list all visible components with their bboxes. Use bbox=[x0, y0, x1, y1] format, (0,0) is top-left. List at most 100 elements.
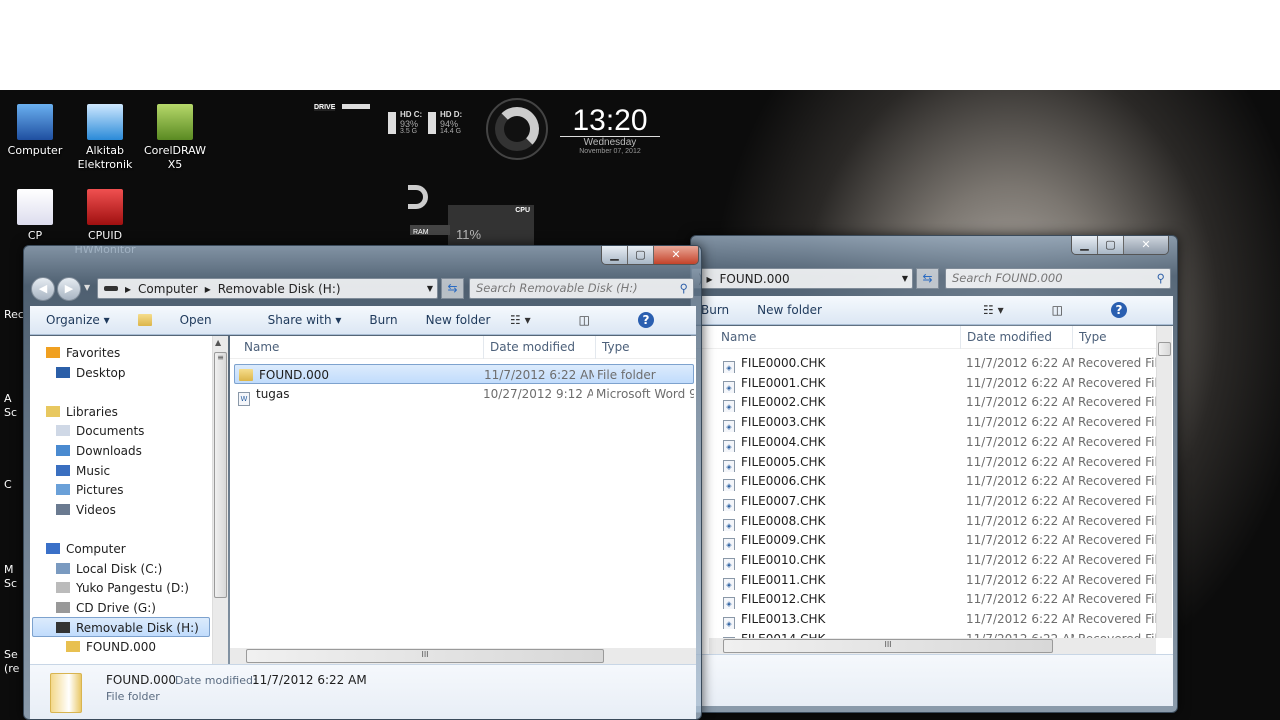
minimize-button[interactable]: ▁ bbox=[1072, 236, 1098, 254]
desktop-icon-label-partial[interactable]: Rec bbox=[4, 308, 24, 321]
breadcrumb-removable-disk[interactable]: Removable Disk (H:) bbox=[218, 282, 341, 296]
nav-item-music[interactable]: Music bbox=[56, 461, 110, 481]
horizontal-scrollbar[interactable]: III bbox=[709, 638, 1156, 654]
desktop-icon-label-partial[interactable]: Sc bbox=[4, 406, 17, 419]
breadcrumb-found[interactable]: FOUND.000 bbox=[720, 272, 790, 286]
search-icon[interactable]: ⚲ bbox=[1157, 269, 1165, 288]
close-button[interactable]: ✕ bbox=[654, 246, 698, 264]
nav-item-downloads[interactable]: Downloads bbox=[56, 441, 142, 461]
file-row[interactable]: ◈ FILE0004.CHK 11/7/2012 6:22 AM Recovered … bbox=[691, 433, 1156, 452]
search-input[interactable]: Search FOUND.000 ⚲ bbox=[945, 268, 1171, 289]
preview-pane-icon[interactable]: ◫ bbox=[1052, 303, 1063, 317]
address-dropdown-icon[interactable]: ▼ bbox=[902, 274, 908, 283]
explorer-window-found[interactable]: ▁ ▢ ✕ ) ▸ FOUND.000 ▼ ⇆ Search FOUND.000 ⚲ B… bbox=[690, 235, 1178, 713]
file-row[interactable]: ◈ FILE0013.CHK 11/7/2012 6:22 AM Recovered … bbox=[691, 610, 1156, 630]
scroll-thumb[interactable]: III bbox=[246, 649, 604, 663]
file-list[interactable]: Name Date modified Type FOUND.000 11/7/20… bbox=[230, 335, 696, 664]
file-row[interactable]: ◈ FILE0003.CHK 11/7/2012 6:22 AM Recovered … bbox=[691, 413, 1156, 433]
nav-item-local-disk-c[interactable]: Local Disk (C:) bbox=[56, 559, 162, 579]
file-list[interactable]: Name Date modified Type ◈ FILE0000.CHK 11/… bbox=[691, 325, 1173, 654]
navigation-pane[interactable]: Favorites Desktop Libraries Documents Downlo… bbox=[30, 336, 228, 664]
address-bar[interactable]: ) ▸ FOUND.000 ▼ bbox=[691, 268, 913, 289]
minimize-button[interactable]: ▁ bbox=[602, 246, 628, 264]
maximize-button[interactable]: ▢ bbox=[628, 246, 654, 264]
desktop-icon-coreldraw-x5[interactable]: CorelDRAW X5 bbox=[140, 98, 210, 172]
refresh-button[interactable]: ⇆ bbox=[441, 278, 464, 299]
column-name[interactable]: Name bbox=[238, 336, 483, 359]
file-row[interactable]: FOUND.000 11/7/2012 6:22 AM File folder bbox=[234, 364, 694, 384]
horizontal-scrollbar[interactable]: III bbox=[230, 648, 696, 664]
file-row[interactable]: Wtugas 10/27/2012 9:12 AMMicrosoft Word 9… bbox=[234, 384, 694, 406]
nav-item-yuko-pangestu-d[interactable]: Yuko Pangestu (D:) bbox=[56, 578, 189, 598]
desktop-icon-label-partial[interactable]: Se bbox=[4, 648, 18, 661]
nav-item-cd-drive-g[interactable]: CD Drive (G:) bbox=[56, 598, 156, 618]
scroll-thumb[interactable] bbox=[1158, 342, 1171, 356]
view-options-icon[interactable]: ☷ ▾ bbox=[983, 303, 1004, 317]
desktop-icon-label-partial[interactable]: (re bbox=[4, 662, 19, 675]
file-row[interactable]: ◈ FILE0002.CHK 11/7/2012 6:22 AM Recovered … bbox=[691, 393, 1156, 413]
breadcrumb-computer[interactable]: Computer bbox=[138, 282, 198, 296]
file-row[interactable]: ◈ FILE0012.CHK 11/7/2012 6:22 AM Recovered … bbox=[691, 590, 1156, 610]
organize-button[interactable]: Organize ▾ bbox=[46, 313, 110, 327]
new-folder-button[interactable]: New folder bbox=[757, 303, 822, 317]
desktop-icon-label-partial[interactable]: Sc bbox=[4, 577, 17, 590]
new-folder-button[interactable]: New folder bbox=[426, 313, 491, 327]
column-date-modified[interactable]: Date modified bbox=[960, 325, 1072, 349]
vertical-scrollbar[interactable] bbox=[1156, 326, 1172, 638]
column-name[interactable]: Name bbox=[715, 326, 960, 349]
column-type[interactable]: Type bbox=[595, 335, 696, 359]
desktop-icon-computer[interactable]: Computer bbox=[0, 98, 70, 158]
nav-scrollbar[interactable]: ≡ bbox=[212, 336, 228, 664]
scroll-thumb[interactable]: ≡ bbox=[214, 352, 227, 598]
nav-item-documents[interactable]: Documents bbox=[56, 421, 144, 441]
cpu-label: CPU bbox=[515, 207, 530, 214]
file-row[interactable]: ◈ FILE0006.CHK 11/7/2012 6:22 AM Recovered … bbox=[691, 472, 1156, 492]
search-icon[interactable]: ⚲ bbox=[680, 279, 688, 298]
column-type[interactable]: Type bbox=[1072, 325, 1156, 349]
nav-item-videos[interactable]: Videos bbox=[56, 500, 116, 520]
nav-item-desktop[interactable]: Desktop bbox=[56, 363, 126, 383]
file-row[interactable]: ◈ FILE0010.CHK 11/7/2012 6:22 AM Recovered … bbox=[691, 551, 1156, 570]
share-with-button[interactable]: Share with ▾ bbox=[268, 313, 342, 327]
burn-button[interactable]: Burn bbox=[369, 313, 397, 327]
hdd-label: HD D: bbox=[440, 110, 463, 119]
forward-button[interactable]: ▶ bbox=[57, 277, 81, 301]
desktop-icon-alkitab-elektronik[interactable]: Alkitab Elektronik bbox=[70, 98, 140, 172]
nav-item-removable-disk-h[interactable]: Removable Disk (H:) bbox=[32, 617, 210, 638]
desktop-icon-label-partial[interactable]: A bbox=[4, 392, 12, 405]
file-row[interactable]: ◈ FILE0007.CHK 11/7/2012 6:22 AM Recovered … bbox=[691, 492, 1156, 511]
file-row[interactable]: ◈ FILE0001.CHK 11/7/2012 6:22 AM Recovered … bbox=[691, 374, 1156, 393]
burn-button[interactable]: Burn bbox=[701, 303, 729, 317]
file-row[interactable]: ◈ FILE0000.CHK 11/7/2012 6:22 AM Recovered … bbox=[691, 354, 1156, 373]
desktop-icon-label-partial[interactable]: M bbox=[4, 563, 14, 576]
nav-item-label: FOUND.000 bbox=[86, 640, 157, 654]
file-row[interactable]: ◈ FILE0008.CHK 11/7/2012 6:22 AM Recovered … bbox=[691, 512, 1156, 531]
file-row[interactable]: ◈ FILE0009.CHK 11/7/2012 6:22 AM Recovered … bbox=[691, 531, 1156, 551]
desktop-icon-cp[interactable]: CP bbox=[0, 183, 70, 243]
open-button[interactable]: Open bbox=[137, 313, 240, 327]
nav-item-favorites[interactable]: Favorites bbox=[46, 343, 120, 363]
nav-item-pictures[interactable]: Pictures bbox=[56, 480, 124, 500]
back-button[interactable]: ◀ bbox=[31, 277, 55, 301]
refresh-button[interactable]: ⇆ bbox=[916, 268, 939, 289]
search-input[interactable]: Search Removable Disk (H:) ⚲ bbox=[469, 278, 694, 299]
nav-item-found-000[interactable]: FOUND.000 bbox=[66, 637, 156, 657]
file-row[interactable]: ◈ FILE0011.CHK 11/7/2012 6:22 AM Recovered … bbox=[691, 571, 1156, 590]
help-icon[interactable]: ? bbox=[1111, 302, 1127, 318]
help-icon[interactable]: ? bbox=[638, 312, 654, 328]
maximize-button[interactable]: ▢ bbox=[1098, 236, 1124, 254]
view-options-icon[interactable]: ☷ ▾ bbox=[510, 313, 531, 327]
nav-item-computer[interactable]: Computer bbox=[46, 539, 126, 559]
scroll-thumb[interactable]: III bbox=[723, 639, 1053, 653]
preview-pane-icon[interactable]: ◫ bbox=[579, 313, 590, 327]
nav-item-libraries[interactable]: Libraries bbox=[46, 402, 118, 422]
address-bar[interactable]: ▸ Computer ▸ Removable Disk (H:) ▼ bbox=[97, 278, 438, 299]
file-row[interactable]: ◈ FILE0005.CHK 11/7/2012 6:22 AM Recovered … bbox=[691, 453, 1156, 472]
column-date-modified[interactable]: Date modified bbox=[483, 335, 595, 359]
explorer-window-removable-disk[interactable]: ▁ ▢ ✕ ◀ ▶ ▼ ▸ Computer ▸ Removable Disk (H:)… bbox=[23, 245, 702, 720]
recent-pages-icon[interactable]: ▼ bbox=[84, 283, 90, 292]
close-button[interactable]: ✕ bbox=[1124, 236, 1168, 254]
address-dropdown-icon[interactable]: ▼ bbox=[427, 284, 433, 293]
scroll-up-arrow[interactable]: ▲ bbox=[215, 338, 221, 347]
desktop-icon-label-partial[interactable]: C bbox=[4, 478, 12, 491]
